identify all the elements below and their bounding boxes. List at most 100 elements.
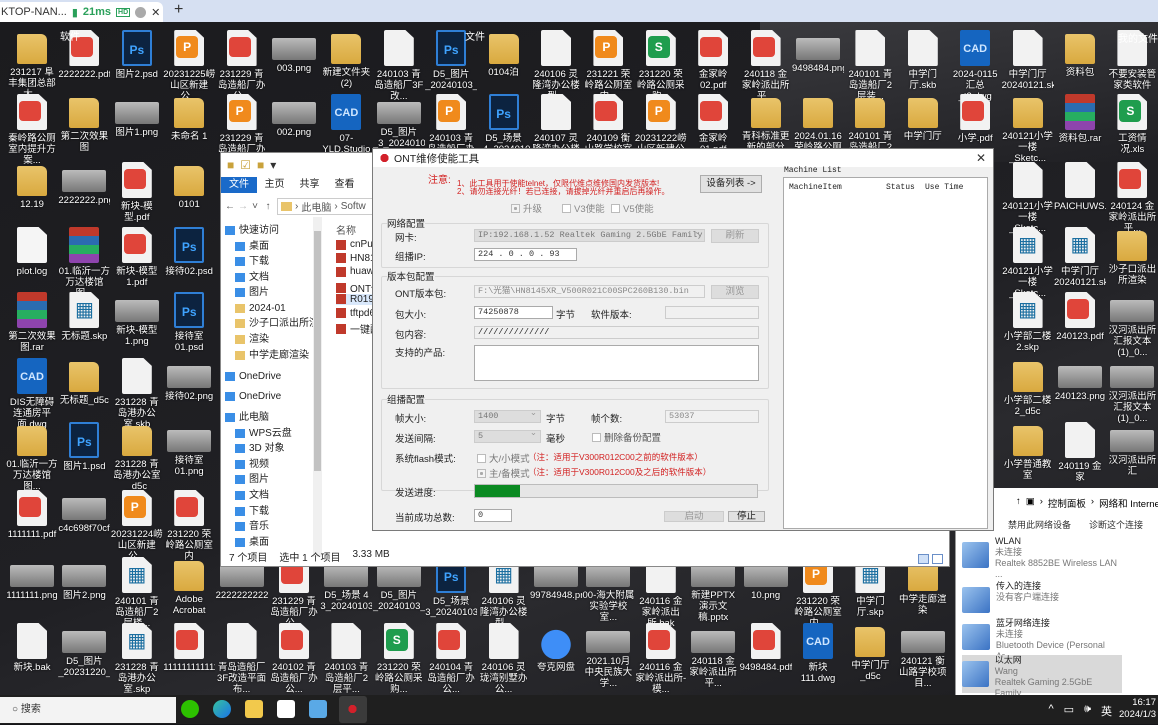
nav-item[interactable]: WPS云盘 (235, 426, 292, 441)
desktop-icon[interactable]: 240101 青岛造船厂2层楼... (111, 557, 163, 629)
desktop-icon[interactable]: 231228 青岛港办公室.skp (111, 623, 163, 695)
nav-item[interactable]: 下载 (235, 254, 269, 269)
desktop-icon[interactable]: 资料包.rar (1054, 94, 1106, 144)
desktop-icon[interactable]: 2024.01.16 荣岭路公厕 (792, 94, 844, 153)
volume-icon[interactable]: 🕪 (1084, 703, 1091, 719)
close-tab-icon[interactable]: ✕ (151, 6, 160, 19)
nav-item[interactable]: 2024-01 (235, 301, 286, 316)
browse-button[interactable]: 浏览 (711, 285, 759, 299)
desktop-icon[interactable]: 小学部二楼2.skp (1002, 292, 1054, 353)
desktop-icon[interactable]: 240121小学一楼_Sketc... (1002, 94, 1054, 164)
column-header-name[interactable]: 名称 (336, 222, 356, 237)
column-use-time[interactable]: Use Time (925, 183, 963, 192)
desktop-icon[interactable]: 20231224崂山区新建公... (111, 490, 163, 562)
desktop-icon[interactable]: 240119 金家 (1054, 422, 1106, 483)
desktop-icon[interactable]: 夸克网盘 (530, 623, 582, 673)
desktop-icon[interactable]: 0101 (163, 162, 215, 210)
desktop-icon[interactable]: 工资情况.xls (1106, 94, 1158, 155)
nav-item[interactable]: 视频 (235, 457, 269, 472)
nav-item[interactable]: 文档 (235, 270, 269, 285)
desktop-icon[interactable]: 20231222崂山区新建公 (635, 94, 687, 155)
desktop-icon[interactable]: 002.png (268, 94, 320, 138)
desktop-icon[interactable]: D5_图片_3_20240103_1... (373, 94, 425, 149)
up-icon[interactable]: ↑ (1016, 496, 1021, 510)
nav-item[interactable]: 文档 (235, 488, 269, 503)
desktop-icon[interactable]: 1111111.pdf (6, 490, 58, 540)
desktop-icon[interactable]: 01.临沂一方万达楼馆图... (6, 422, 58, 492)
desktop-icon[interactable]: 图片2.png (58, 557, 110, 601)
desktop-icon[interactable]: 240121 衡山路学校项目... (897, 623, 949, 689)
desktop-icon[interactable]: 金家岭02.pdf (687, 30, 739, 91)
desktop-icon[interactable]: 240102 青岛造船厂办公... (268, 623, 320, 695)
tray-chevron-icon[interactable]: ^ (1048, 703, 1053, 719)
remote-desktop-icon[interactable] (309, 700, 327, 718)
desktop-icon[interactable]: D5_场景_4_20240103_2 (478, 94, 530, 155)
chevron-down-icon[interactable]: ▾ (270, 158, 276, 172)
desktop-icon[interactable]: 无标题_d5c (58, 358, 110, 406)
desktop-icon[interactable]: 图片1.psd (58, 422, 110, 472)
desktop-icon[interactable]: 沙子口派出所渲染 (1106, 227, 1158, 286)
desktop-icon[interactable]: 231229 青岛造船厂办公... (268, 557, 320, 629)
desktop-icon[interactable]: 青岛造船厂3F改造平面布... (216, 623, 268, 695)
nav-item[interactable]: 3D 对象 (235, 441, 285, 456)
desktop-icon[interactable]: 01.临沂一方万达楼馆图... (58, 227, 110, 299)
back-icon[interactable]: ← (225, 201, 235, 212)
diagnose-button[interactable]: 诊断这个连接 (1089, 518, 1143, 531)
nav-item[interactable]: 快速访问 (225, 223, 279, 238)
desktop-icon[interactable]: 240106 灵隆湾办公楼型... (530, 30, 582, 102)
package-path-field[interactable]: F:\光猫\HN8145XR_V500R021C00SPC260B130.bin (474, 285, 705, 298)
desktop-icon[interactable]: 秦岭路公厕室内提升方案... (6, 94, 58, 166)
send-interval-select[interactable]: 5 (474, 430, 541, 443)
nav-item[interactable]: 渲染 (235, 332, 269, 347)
desktop-icon[interactable]: 240101 青岛造船厂2层装... (844, 30, 896, 102)
breadcrumb-item[interactable]: 控制面板 (1048, 496, 1086, 510)
desktop-icon[interactable]: 第二次效果图 (58, 94, 110, 153)
desktop-icon[interactable]: 231228 青岛港办公室.skb (111, 358, 163, 430)
desktop-icon[interactable]: 第二次效果图.rar (6, 292, 58, 353)
desktop-icon[interactable]: 240123.png (1054, 358, 1106, 402)
nav-item[interactable]: OneDrive (225, 369, 281, 384)
desktop-icon[interactable]: 青科标准更新的部分 (740, 94, 792, 153)
desktop-icon[interactable]: 240116 金家岭派出所-模... (635, 623, 687, 695)
desktop-icon[interactable]: D5_图片_20231220_121... (58, 623, 110, 678)
mode-upgrade-radio[interactable]: 升级 (511, 201, 542, 215)
desktop-icon[interactable]: 中学门厅_d5c (844, 623, 896, 682)
desktop-icon[interactable]: 汉河派出所汇报文本(1)_0... (1106, 292, 1158, 358)
desktop-icon[interactable]: 中学门厅.skb (897, 30, 949, 91)
nav-item[interactable]: 桌面 (235, 239, 269, 254)
recent-icon[interactable]: ˅ (251, 201, 259, 212)
desktop-icon[interactable]: 2024-0115汇总_t3.dwg (949, 30, 1001, 102)
desktop-icon[interactable]: 240121小学一楼_Sketc... (1002, 227, 1054, 299)
desktop-icon[interactable]: 未命名 1 (163, 94, 215, 142)
tab-home[interactable]: 主页 (257, 177, 292, 193)
desktop-icon[interactable]: 1111111111111.pdf (163, 623, 215, 673)
flash-mode-large-small-checkbox[interactable]: 大/小模式 (477, 451, 530, 465)
desktop-icon[interactable]: DIS无障碍连通房平面.dwg (6, 358, 58, 430)
column-status[interactable]: Status (886, 183, 915, 192)
connection-item[interactable]: WLAN 未连接 Realtek 8852BE Wireless LAN ... (962, 536, 1122, 579)
desktop-icon[interactable]: 接待02.psd (163, 227, 215, 277)
desktop-icon[interactable]: 0104泊 (478, 30, 530, 78)
supported-products-box[interactable] (474, 345, 759, 381)
desktop-icon[interactable]: 9498484.pdf (740, 623, 792, 673)
connection-item[interactable]: 蓝牙网络连接未连接Bluetooth Device (Personal Ar..… (962, 618, 1122, 661)
desktop-icon[interactable]: 新块-模型1.pdf (111, 227, 163, 288)
desktop-icon[interactable]: plot.log (6, 227, 58, 277)
tencent-docs-icon[interactable] (277, 700, 295, 718)
forward-icon[interactable]: → (238, 201, 248, 212)
close-icon[interactable]: ✕ (976, 151, 986, 165)
stop-button[interactable]: 停止 (728, 511, 765, 522)
new-tab-button[interactable]: + (174, 1, 183, 19)
desktop-icon[interactable]: 小学普通教室 (1002, 422, 1054, 481)
device-list-button[interactable]: 设备列表 -> (700, 175, 762, 193)
desktop-icon[interactable]: 图片1.png (111, 94, 163, 138)
desktop-icon[interactable]: 小学.pdf (949, 94, 1001, 144)
desktop-icon[interactable]: 231217 阜丰集团总部大... (6, 30, 58, 100)
desktop-icon[interactable]: 240106 灵隆湾办公楼型... (478, 557, 530, 629)
desktop-icon[interactable]: c4c698f70cf83536161a... (58, 490, 110, 534)
desktop-icon[interactable]: PAICHUWS.skb (1054, 162, 1106, 212)
desktop-icon[interactable]: 240116 金家岭派出所.bak (635, 557, 687, 629)
desktop-icon[interactable]: 1111111.png (6, 557, 58, 601)
desktop-icon[interactable]: 小学部二楼2_d5c (1002, 358, 1054, 417)
tab-file[interactable]: 文件 (221, 177, 257, 193)
